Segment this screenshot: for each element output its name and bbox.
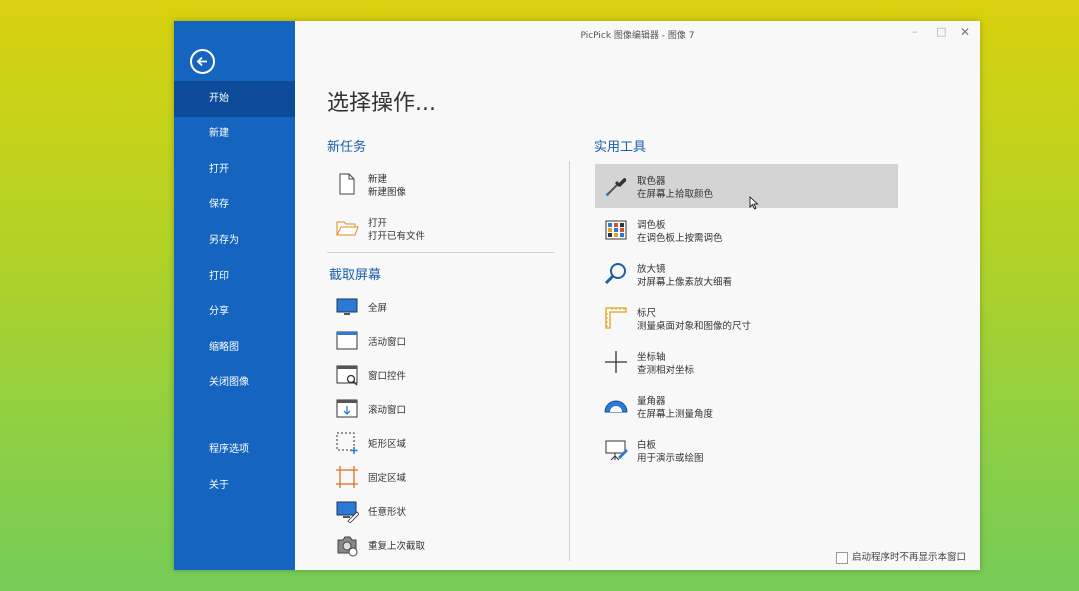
sidebar-item-close-image[interactable]: 关闭图像	[174, 365, 295, 401]
column-divider	[569, 161, 570, 561]
capture-title: 截取屏幕	[329, 268, 382, 283]
capture-fixed-region[interactable]: 固定区域	[329, 462, 529, 492]
item-label: 重复上次截取	[368, 541, 426, 552]
capture-fullscreen[interactable]: 全屏	[329, 292, 529, 322]
capture-freehand[interactable]: 任意形状	[329, 496, 529, 526]
close-button[interactable]: ✕	[960, 25, 970, 39]
palette-icon	[605, 220, 627, 240]
item-label: 滚动窗口	[368, 405, 407, 416]
tools-title: 实用工具	[594, 140, 647, 155]
item-title: 放大镜	[637, 264, 666, 275]
color-picker-icon	[606, 178, 627, 196]
window-title: PicPick 图像编辑器 - 图像 7	[580, 31, 695, 41]
item-title: 量角器	[637, 396, 666, 407]
divider	[327, 252, 554, 253]
item-desc: 打开已有文件	[368, 231, 426, 242]
item-title: 标尺	[637, 308, 657, 319]
item-desc: 在屏幕上拾取颜色	[637, 189, 714, 200]
freehand-icon	[336, 501, 359, 523]
sidebar-item-share[interactable]: 分享	[174, 294, 295, 330]
page-title: 选择操作...	[327, 91, 436, 116]
item-desc: 对屏幕上像素放大细看	[637, 277, 733, 288]
capture-window-control[interactable]: 窗口控件	[329, 360, 529, 390]
item-label: 矩形区域	[368, 439, 407, 450]
new-image-item[interactable]: 新建 新建图像	[329, 169, 549, 199]
sidebar-item-options[interactable]: 程序选项	[174, 432, 295, 468]
protractor-icon	[604, 400, 628, 413]
item-desc: 在调色板上按需调色	[637, 233, 723, 244]
new-task-title: 新任务	[327, 140, 367, 155]
rect-region-icon	[336, 432, 358, 454]
minimize-button[interactable]: –	[912, 25, 918, 38]
item-label: 活动窗口	[368, 337, 407, 348]
tool-palette[interactable]: 调色板 在调色板上按需调色	[598, 215, 893, 245]
tool-whiteboard[interactable]: 白板 用于演示或绘图	[598, 435, 893, 465]
item-title: 新建	[368, 174, 388, 185]
ruler-icon	[605, 307, 627, 329]
window-control-icon	[336, 365, 358, 386]
active-window-icon	[336, 331, 358, 350]
tool-color-picker[interactable]: 取色器 在屏幕上拾取颜色	[598, 171, 893, 201]
crosshair-icon	[605, 351, 627, 373]
sidebar-item-open[interactable]: 打开	[174, 152, 295, 188]
arrow-left-icon	[196, 56, 207, 67]
checkbox-box[interactable]	[836, 551, 848, 564]
item-label: 固定区域	[368, 473, 407, 484]
item-title: 取色器	[637, 176, 666, 187]
sidebar-item-start[interactable]: 开始	[174, 81, 295, 117]
sidebar: 开始 新建 打开 保存 另存为 打印 分享 缩略图 关闭图像 程序选项 关于	[174, 21, 295, 570]
item-title: 坐标轴	[637, 352, 666, 363]
sidebar-item-print[interactable]: 打印	[174, 259, 295, 295]
tool-crosshair[interactable]: 坐标轴 查测相对坐标	[598, 347, 893, 377]
item-title: 调色板	[637, 220, 666, 231]
repeat-capture-icon	[337, 536, 358, 557]
sidebar-item-thumbnails[interactable]: 缩略图	[174, 330, 295, 366]
item-desc: 在屏幕上测量角度	[637, 409, 714, 420]
item-desc: 查测相对坐标	[637, 365, 695, 376]
maximize-button[interactable]: □	[936, 25, 946, 38]
item-label: 任意形状	[368, 507, 407, 518]
sidebar-item-save-as[interactable]: 另存为	[174, 223, 295, 259]
magnifier-icon	[604, 263, 626, 285]
sidebar-item-new[interactable]: 新建	[174, 116, 295, 152]
capture-active-window[interactable]: 活动窗口	[329, 326, 529, 356]
fullscreen-icon	[336, 298, 358, 315]
tool-protractor[interactable]: 量角器 在屏幕上测量角度	[598, 391, 893, 421]
item-desc: 用于演示或绘图	[637, 453, 704, 464]
item-desc: 测量桌面对象和图像的尺寸	[637, 321, 752, 332]
item-desc: 新建图像	[368, 187, 407, 198]
tool-ruler[interactable]: 标尺 测量桌面对象和图像的尺寸	[598, 303, 893, 333]
item-title: 打开	[368, 218, 388, 229]
picpick-window: 开始 新建 打开 保存 另存为 打印 分享 缩略图 关闭图像 程序选项 关于 P…	[174, 21, 980, 570]
capture-rect-region[interactable]: 矩形区域	[329, 428, 529, 458]
whiteboard-icon	[605, 440, 628, 461]
new-file-icon	[339, 173, 355, 195]
item-label: 全屏	[368, 303, 388, 314]
capture-scroll-window[interactable]: 滚动窗口	[329, 394, 529, 424]
open-folder-icon	[336, 221, 359, 236]
back-button[interactable]	[190, 49, 215, 74]
dont-show-checkbox[interactable]: 启动程序时不再显示本窗口	[836, 549, 966, 564]
tool-magnifier[interactable]: 放大镜 对屏幕上像素放大细看	[598, 259, 893, 289]
mouse-cursor-icon	[749, 196, 759, 210]
capture-repeat-last[interactable]: 重复上次截取	[329, 530, 529, 560]
item-title: 白板	[637, 440, 657, 451]
dont-show-label: 启动程序时不再显示本窗口	[852, 552, 967, 563]
item-label: 窗口控件	[368, 371, 407, 382]
scroll-window-icon	[336, 399, 358, 418]
sidebar-item-save[interactable]: 保存	[174, 187, 295, 223]
sidebar-item-about[interactable]: 关于	[174, 468, 295, 504]
open-file-item[interactable]: 打开 打开已有文件	[329, 213, 549, 243]
fixed-region-icon	[336, 466, 358, 488]
